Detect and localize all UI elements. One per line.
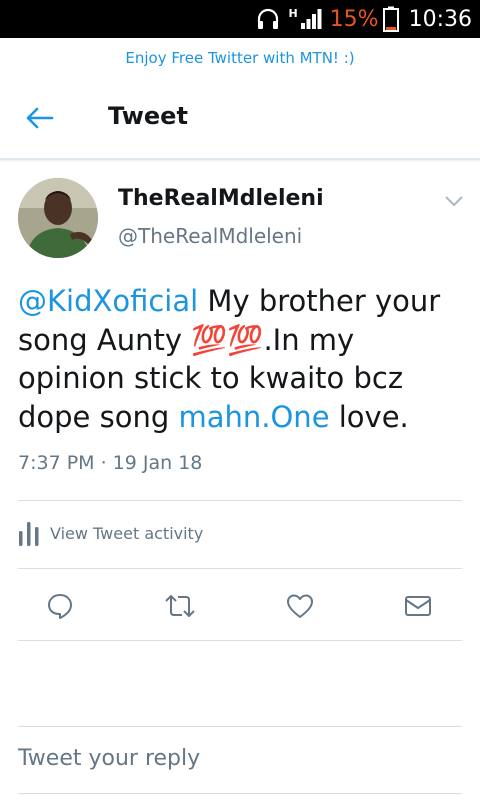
back-button[interactable] (22, 100, 58, 136)
divider (18, 640, 462, 641)
view-tweet-activity[interactable]: View Tweet activity (18, 518, 203, 548)
more-options-button[interactable] (442, 190, 466, 212)
retweet-icon (165, 594, 195, 618)
bar-chart-icon (19, 522, 39, 546)
clock: 10:36 (408, 6, 472, 32)
arrow-left-icon (26, 107, 54, 129)
page-title: Tweet (108, 102, 188, 130)
share-button[interactable] (400, 588, 436, 624)
tweet-text: @KidXoficial My brother your song Aunty … (18, 282, 468, 436)
reply-underline (18, 793, 462, 794)
app-header: Tweet (0, 78, 480, 160)
retweet-button[interactable] (162, 588, 198, 624)
status-icons: H 15% 10:36 (256, 0, 472, 38)
like-button[interactable] (282, 588, 318, 624)
tweet-timestamp: 7:37 PM · 19 Jan 18 (18, 452, 203, 474)
avatar[interactable] (18, 178, 98, 258)
chevron-down-icon (445, 196, 463, 206)
network-type: H (288, 6, 298, 20)
reply-input[interactable]: Tweet your reply (18, 746, 462, 786)
heart-icon (287, 594, 313, 618)
avatar-image (18, 178, 98, 258)
divider (18, 500, 462, 501)
status-bar: H 15% 10:36 (0, 0, 480, 38)
signal-icon (300, 9, 322, 29)
tweet-actions (0, 584, 480, 626)
reply-button[interactable] (42, 588, 78, 624)
promo-banner[interactable]: Enjoy Free Twitter with MTN! :) (0, 38, 480, 78)
battery-icon (382, 6, 399, 32)
url-link[interactable]: mahn.One (178, 400, 329, 434)
activity-label: View Tweet activity (50, 523, 204, 543)
envelope-icon (405, 596, 431, 616)
divider (18, 726, 462, 727)
hundred-points-emoji: 💯💯 (191, 322, 264, 357)
username[interactable]: @TheRealMdleleni (118, 224, 302, 248)
headset-icon (258, 8, 279, 29)
mention-link[interactable]: @KidXoficial (18, 284, 198, 318)
reply-icon (48, 594, 72, 619)
battery-percent: 15% (329, 6, 379, 32)
divider (18, 568, 462, 569)
tweet-text-part: love. (329, 399, 409, 434)
display-name[interactable]: TheRealMdleleni (118, 186, 324, 211)
